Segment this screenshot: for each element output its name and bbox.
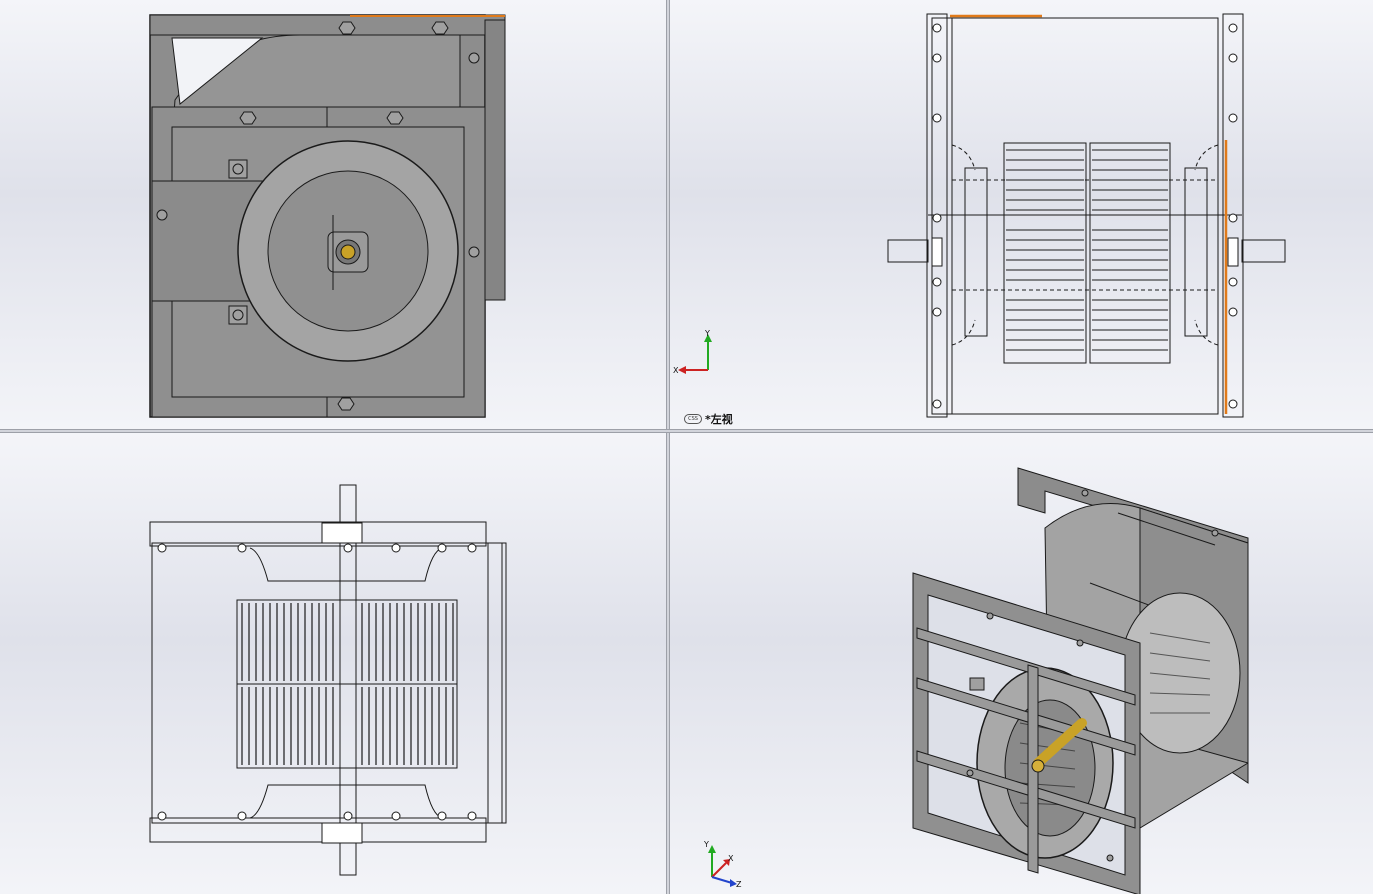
axis-z-label: Z [736,880,742,889]
axis-x-label: X [728,854,734,863]
axis-y-label: Y [703,840,709,849]
fan-isometric-view[interactable] [670,433,1373,894]
axis-x-label: X [673,366,679,375]
view-orientation-label[interactable]: CSS *左视 [684,412,733,426]
view-badge-icon: CSS [684,414,702,424]
axis-triad-left: Y X [673,329,712,375]
axis-y-label: Y [704,329,710,338]
fan-top-view[interactable] [0,433,666,894]
axis-triad-iso: Y X Z [703,840,742,889]
fan-left-view[interactable] [670,0,1373,429]
viewport-top[interactable] [0,433,666,894]
view-name: *左视 [705,413,733,426]
viewport-left[interactable]: Y X [670,0,1373,429]
viewport-isometric[interactable]: Y X Z [670,433,1373,894]
fan-front-view[interactable] [0,0,666,429]
viewport-front[interactable] [0,0,666,429]
